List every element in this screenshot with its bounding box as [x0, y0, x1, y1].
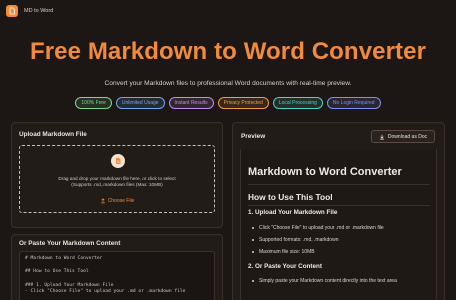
upload-icon — [100, 197, 105, 203]
preview-heading-1: Markdown to Word Converter — [248, 166, 402, 178]
download-doc-button[interactable]: Download as Doc — [371, 130, 435, 143]
badge-instant: Instant Results — [168, 97, 214, 109]
preview-title: Preview — [241, 133, 266, 140]
file-dropzone[interactable]: Drag and drop your markdown file here, o… — [19, 145, 215, 213]
badge-unlimited: Unlimited Usage — [115, 97, 165, 109]
badge-no-login: No Login Required — [326, 97, 381, 109]
page-subtitle: Convert your Markdown files to professio… — [104, 80, 352, 87]
preview-list-item: Simply paste your Markdown content direc… — [252, 278, 439, 285]
download-label: Download as Doc — [387, 133, 428, 140]
app-logo[interactable] — [6, 5, 18, 17]
badge-privacy: Privacy Protected — [217, 97, 269, 109]
feature-badges: 100% Free Unlimited Usage Instant Result… — [0, 97, 456, 109]
preview-heading-2: How to Use This Tool — [248, 192, 333, 202]
paste-title: Or Paste Your Markdown Content — [19, 240, 121, 247]
preview-divider — [248, 205, 430, 206]
top-bar: MD to Word — [0, 0, 456, 22]
choose-file-button[interactable]: Choose File — [92, 195, 142, 206]
badge-local: Local Processing — [272, 97, 323, 109]
preview-section-heading: 1. Upload Your Markdown File — [248, 209, 338, 216]
file-icon — [111, 154, 125, 168]
choose-file-label: Choose File — [107, 197, 135, 204]
dropzone-text: Drag and drop your markdown file here, o… — [20, 176, 214, 188]
preview-list-item: Maximum file size: 10MB — [252, 249, 439, 256]
markdown-textarea[interactable]: # Markdown to Word Converter ## How to U… — [19, 251, 215, 300]
preview-list-item: Click "Choose File" to upload your .md o… — [252, 225, 439, 232]
brand-name[interactable]: MD to Word — [24, 8, 53, 14]
upload-title: Upload Markdown File — [19, 131, 87, 138]
preview-divider — [248, 184, 430, 185]
preview-section-heading: 2. Or Paste Your Content — [248, 263, 322, 270]
dropzone-supported: (Supports .md,.markdown files (Max: 10MB… — [71, 181, 163, 187]
document-icon — [9, 7, 15, 15]
page-title: Free Markdown to Word Converter — [29, 38, 427, 65]
download-icon — [380, 134, 384, 139]
badge-free: 100% Free — [75, 97, 112, 109]
preview-document: Markdown to Word Converter How to Use Th… — [240, 149, 437, 300]
preview-list-item: Supported formats: .md, .markdown — [252, 237, 439, 244]
